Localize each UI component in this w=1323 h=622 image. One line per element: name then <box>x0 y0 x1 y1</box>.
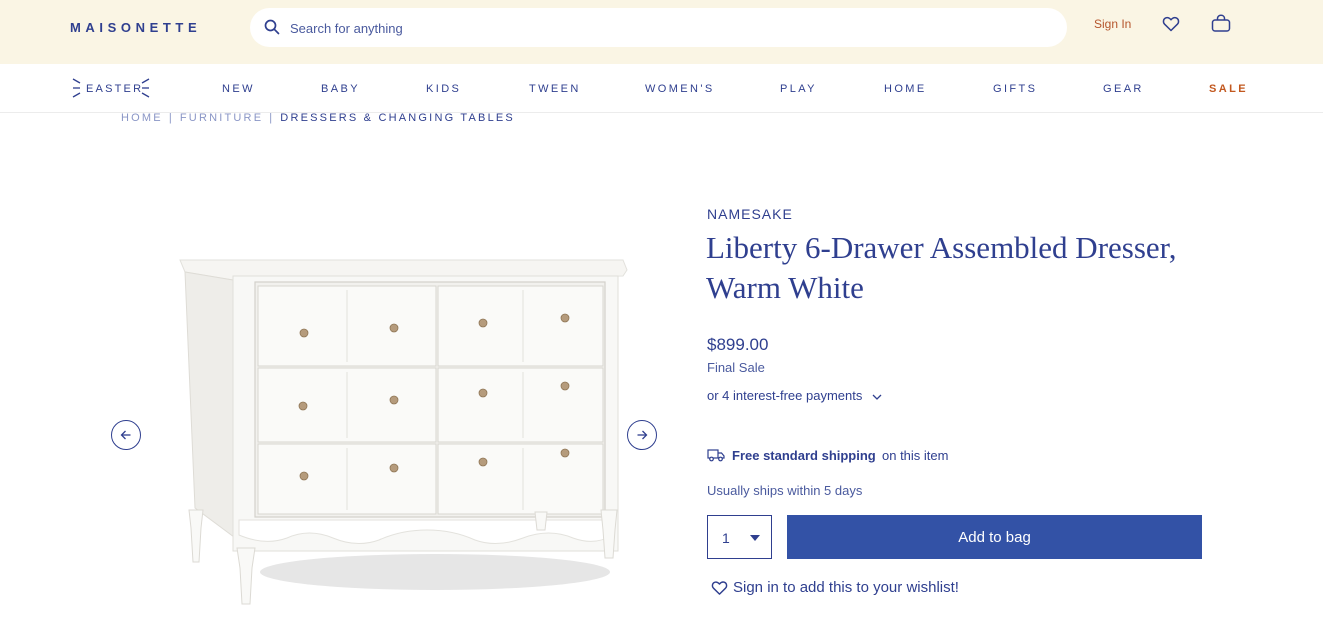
nav-item-baby[interactable]: BABY <box>321 83 360 95</box>
wishlist-text: Sign in to add this to your wishlist! <box>733 579 959 596</box>
easter-left-icon <box>72 78 81 98</box>
ships-within-text: Usually ships within 5 days <box>707 483 863 498</box>
nav-item-sale[interactable]: SALE <box>1209 83 1248 95</box>
chevron-down-icon <box>750 535 760 541</box>
nav-item-home[interactable]: HOME <box>884 83 927 95</box>
gallery-prev-button[interactable] <box>111 420 141 450</box>
nav-item-gear[interactable]: GEAR <box>1103 83 1144 95</box>
final-sale-label: Final Sale <box>707 360 765 375</box>
nav-item-tween[interactable]: TWEEN <box>529 83 581 95</box>
bag-icon[interactable] <box>1211 14 1231 33</box>
quantity-value: 1 <box>722 530 730 546</box>
heart-icon[interactable] <box>1162 15 1180 33</box>
quantity-select[interactable]: 1 <box>707 515 772 559</box>
truck-icon <box>707 449 725 462</box>
shipping-rest-text: on this item <box>882 448 949 463</box>
breadcrumb: HOME | FURNITURE | DRESSERS & CHANGING TABLE… <box>121 112 515 124</box>
breadcrumb-separator: | <box>168 112 174 124</box>
breadcrumb-furniture[interactable]: FURNITURE <box>180 112 263 124</box>
nav-item-kids[interactable]: KIDS <box>426 83 461 95</box>
breadcrumb-separator: | <box>269 112 275 124</box>
product-title: Liberty 6-Drawer Assembled Dresser, Warm… <box>706 230 1177 305</box>
main-nav: EASTER NEW BABY KIDS TWEEN WOMEN'S PLAY … <box>0 64 1323 113</box>
add-to-bag-button[interactable]: Add to bag <box>787 515 1202 559</box>
top-bar: MAISONETTE Sign In <box>0 0 1323 64</box>
heart-icon <box>711 581 728 595</box>
product-brand[interactable]: NAMESAKE <box>707 206 793 222</box>
nav-item-gifts[interactable]: GIFTS <box>993 83 1037 95</box>
nav-item-womens[interactable]: WOMEN'S <box>645 83 715 95</box>
search-bar[interactable] <box>250 8 1067 47</box>
installments-text: or 4 interest-free payments <box>707 388 863 403</box>
breadcrumb-home[interactable]: HOME <box>121 112 163 124</box>
breadcrumb-current[interactable]: DRESSERS & CHANGING TABLES <box>280 112 515 124</box>
logo[interactable]: MAISONETTE <box>70 20 201 35</box>
nav-item-new[interactable]: NEW <box>222 83 255 95</box>
shipping-bold-text: Free standard shipping <box>732 448 876 463</box>
nav-label-easter: EASTER <box>86 83 144 95</box>
sign-in-link[interactable]: Sign In <box>1094 17 1131 31</box>
installments-toggle[interactable]: or 4 interest-free payments <box>707 388 882 403</box>
search-icon <box>264 19 280 35</box>
arrow-right-icon <box>637 430 648 440</box>
search-input[interactable] <box>290 17 1030 39</box>
gallery-next-button[interactable] <box>627 420 657 450</box>
product-price: $899.00 <box>707 335 769 354</box>
easter-right-icon <box>141 78 150 98</box>
product-image <box>179 259 628 605</box>
chevron-down-icon <box>872 394 882 400</box>
nav-item-play[interactable]: PLAY <box>780 83 817 95</box>
arrow-left-icon <box>120 430 131 440</box>
